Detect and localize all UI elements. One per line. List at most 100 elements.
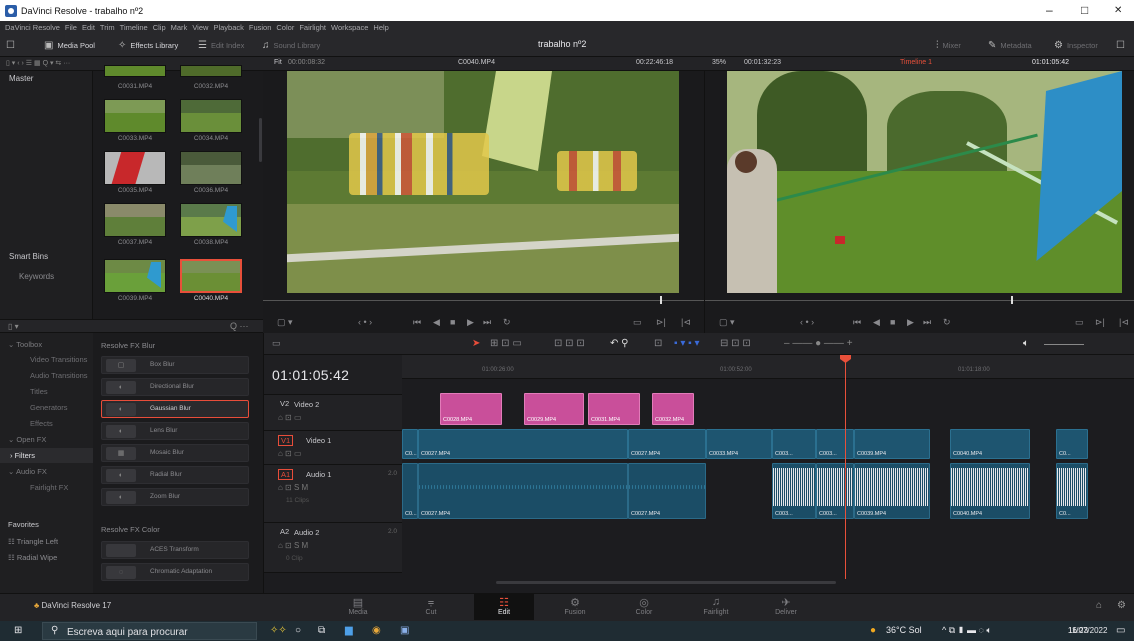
menu-fusion[interactable]: Fusion [249,23,272,32]
page-media[interactable]: ▤ Media [328,596,388,616]
maximize-button[interactable]: □ [1081,3,1088,17]
play-icon[interactable]: ▶ [467,317,474,328]
menu-edit[interactable]: Edit [82,23,95,32]
audio-clip[interactable]: C0... [402,463,418,519]
jog-icon[interactable]: ‹ • › [358,317,372,327]
source-clip-name[interactable]: C0040.MP4 [458,59,495,66]
clip-thumb-c0037[interactable] [104,203,166,237]
track-name[interactable]: Video 2 [294,400,319,409]
fx-lens-blur[interactable]: ◐ Lens Blur [101,422,249,440]
expand-icon[interactable]: ☐ [1116,40,1125,51]
fx-radial-blur[interactable]: ◐ Radial Blur [101,466,249,484]
clip-thumb-c0040[interactable] [180,259,242,293]
toolbox-heading[interactable]: ⌄ Toolbox [0,337,93,352]
task-view-icon[interactable]: ⧉ [318,625,325,636]
timeline-clip[interactable]: C0029.MP4 [524,393,584,425]
fx-chromatic-adaptation[interactable]: ◌ Chromatic Adaptation [101,563,249,581]
first-frame-icon[interactable]: ⏮ [413,317,421,328]
favorite-radial-wipe[interactable]: ☷ Radial Wipe [0,550,93,565]
fx-directional-blur[interactable]: ◐ Directional Blur [101,378,249,396]
zoom-icons[interactable]: ⊟ ⊡ ⊡ [720,338,751,349]
mixer-button[interactable]: ⫶ Mixer [936,40,961,51]
zoom-dropdown[interactable]: 35% [712,59,726,66]
audio-clip[interactable]: C0027.MP4 [418,463,628,519]
timeline-view-icon[interactable]: ▭ [272,338,281,349]
toolbox-fairlight-fx[interactable]: Fairlight FX [0,480,93,495]
viewer-mode-icon[interactable]: ▢ ▾ [719,317,735,328]
zoom-slider[interactable]: – —— ● —— + [784,338,853,349]
stop-icon[interactable]: ■ [450,317,455,327]
program-viewer[interactable]: ▢ ▾ ‹ • › ⏮ ◀ ■ ▶ ⏭ ↻ ▭ ⊳| |⊲ [704,71,1134,333]
timeline-clip[interactable]: C0040.MP4 [950,429,1030,459]
clip-thumb-c0039[interactable] [104,259,166,293]
timeline-clip[interactable]: C0... [1056,429,1088,459]
taskbar-search[interactable]: ⚲ Escreva aqui para procurar [42,622,257,640]
metadata-button[interactable]: ✎ Metadata [988,40,1032,51]
last-frame-icon[interactable]: ⏭ [483,317,491,328]
timeline-clip[interactable]: C003... [772,429,816,459]
timeline-clip[interactable]: C003... [816,429,854,459]
chrome-icon[interactable]: ◉ [372,625,381,636]
timeline-clip[interactable]: C0027.MP4 [418,429,628,459]
menu-workspace[interactable]: Workspace [331,23,368,32]
layout-icon[interactable]: ▯ ▾ ‹ › ☰ ▦ Q ▾ ⇆ ··· [6,59,70,67]
menu-fairlight[interactable]: Fairlight [299,23,326,32]
widget-icon[interactable]: ✧✧ [270,625,287,636]
clip-thumb-c0034[interactable] [180,99,242,133]
viewer-mode-icon[interactable]: ▢ ▾ [277,317,293,328]
menu-timeline[interactable]: Timeline [120,23,148,32]
timeline-clip[interactable]: C0031.MP4 [588,393,640,425]
file-explorer-icon[interactable]: ▆ [345,625,353,636]
fit-dropdown[interactable]: Fit [274,59,282,66]
track-name[interactable]: Audio 2 [294,528,319,537]
timeline-playhead[interactable] [845,356,846,579]
volume-icon[interactable]: 🔈︎ [1023,338,1029,349]
track-name[interactable]: Video 1 [306,436,331,445]
track-controls-icon[interactable]: ⌂ ⊡ S M [278,483,308,492]
match-frame-icon[interactable]: ▭ [633,317,642,328]
toolbox-titles[interactable]: Titles [0,384,93,399]
toolbox-video-transitions[interactable]: Video Transitions [0,352,93,367]
menu-trim[interactable]: Trim [100,23,115,32]
source-playhead[interactable] [660,296,662,304]
notification-icon[interactable]: ▭ [1116,625,1125,636]
page-color[interactable]: ◎ Color [614,596,674,616]
clip-thumb-c0032[interactable] [180,65,242,77]
timeline-clip[interactable]: C0033.MP4 [706,429,772,459]
last-frame-icon[interactable]: ⏭ [923,317,931,328]
timeline-clip[interactable]: C0032.MP4 [652,393,694,425]
jog-icon[interactable]: ‹ • › [800,317,814,327]
toolbox-audio-transitions[interactable]: Audio Transitions [0,368,93,383]
program-scrubber[interactable] [705,300,1134,301]
page-deliver[interactable]: ✈ Deliver [756,596,816,616]
davinci-taskbar-icon[interactable]: ▣ [400,625,409,636]
page-edit[interactable]: ☷ Edit [474,594,534,620]
close-button[interactable]: ✕ [1114,5,1122,16]
mark-in-icon[interactable]: ⊳| [1095,317,1105,328]
tray-icons[interactable]: ^ ⧉ ▮ ▬ ◌ 🔈︎ [942,625,992,636]
stop-icon[interactable]: ■ [890,317,895,327]
program-playhead[interactable] [1011,296,1013,304]
audio-clip[interactable]: C0039.MP4 [854,463,930,519]
snapping-icon[interactable]: ↶ ⚲ [610,338,628,349]
toolbox-generators[interactable]: Generators [0,400,93,415]
menu-playback[interactable]: Playback [213,23,243,32]
menu-help[interactable]: Help [373,23,388,32]
menu-mark[interactable]: Mark [171,23,188,32]
clip-thumb-c0038[interactable] [180,203,242,237]
audio-clip[interactable]: C0027.MP4 [628,463,706,519]
menu-davinci[interactable]: DaVinci Resolve [5,23,60,32]
timeline-clip[interactable]: C0027.MP4 [628,429,706,459]
media-pool-button[interactable]: ▣ Media Pool [44,40,95,51]
settings-icon[interactable]: ⚙ [1117,600,1126,611]
page-fusion[interactable]: ⚙ Fusion [545,596,605,616]
timeline-clip[interactable]: C0039.MP4 [854,429,930,459]
page-cut[interactable]: ⩦ Cut [401,596,461,616]
sidebar-toggle-icon[interactable]: ☐ [6,40,15,51]
track-name[interactable]: Audio 1 [306,470,331,479]
selection-tool-icon[interactable]: ➤ [472,338,480,349]
flag-icon[interactable]: ▪ ▾ ▪ ▾ [674,338,699,349]
menu-view[interactable]: View [192,23,208,32]
edit-index-button[interactable]: ☰ Edit Index [198,40,244,51]
fx-aces-transform[interactable]: ACES Transform [101,541,249,559]
